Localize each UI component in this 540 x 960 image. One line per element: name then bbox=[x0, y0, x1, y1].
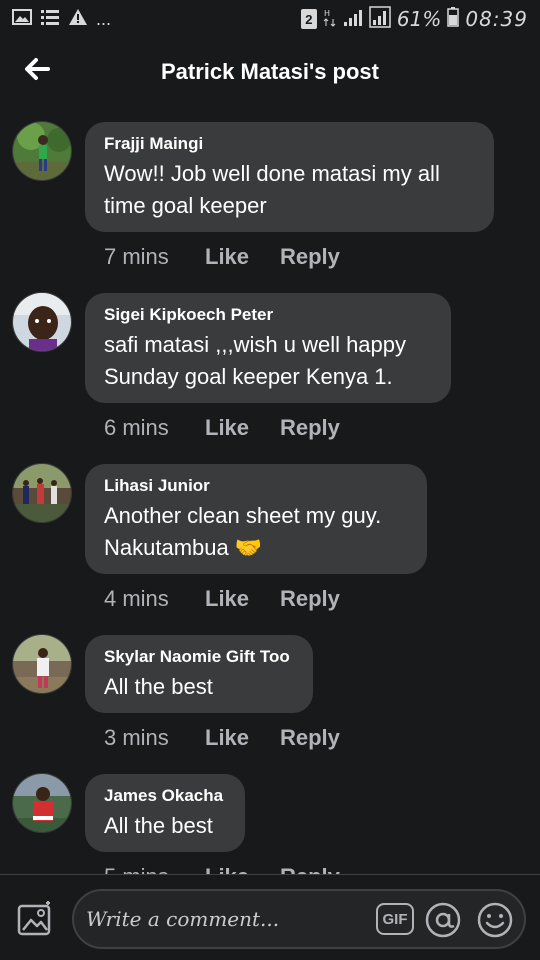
comment-text: Wow!! Job well done matasi my all time g… bbox=[104, 161, 440, 218]
comment-author[interactable]: James Okacha bbox=[104, 786, 225, 806]
comment-input-wrapper: GIF bbox=[72, 889, 526, 949]
comment-author[interactable]: Sigei Kipkoech Peter bbox=[104, 305, 431, 325]
comment-actions: 7 mins Like Reply bbox=[104, 244, 340, 270]
clock: 08:39 bbox=[465, 7, 528, 31]
reply-button[interactable]: Reply bbox=[280, 415, 340, 441]
comment-timestamp[interactable]: 7 mins bbox=[104, 244, 205, 270]
comment-actions: 4 mins Like Reply bbox=[104, 586, 340, 612]
signal-2-icon bbox=[369, 5, 391, 33]
battery-icon bbox=[447, 6, 460, 32]
comment-bubble[interactable]: Skylar Naomie Gift Too All the best bbox=[85, 635, 313, 713]
like-button[interactable]: Like bbox=[205, 725, 280, 751]
reply-button[interactable]: Reply bbox=[280, 725, 340, 751]
comment-bubble[interactable]: Lihasi Junior Another clean sheet my guy… bbox=[85, 464, 427, 574]
comment-author[interactable]: Skylar Naomie Gift Too bbox=[104, 647, 293, 667]
like-button[interactable]: Like bbox=[205, 415, 280, 441]
warning-icon bbox=[68, 8, 88, 31]
more-notifications-indicator: ... bbox=[96, 8, 112, 29]
photo-icon bbox=[17, 901, 51, 936]
like-button[interactable]: Like bbox=[205, 586, 280, 612]
comment-text-wrap: Another clean sheet my guy. Nakutambua 🤝 bbox=[104, 500, 407, 564]
at-icon bbox=[425, 902, 461, 938]
data-arrows-icon: H bbox=[323, 7, 337, 32]
signal-icon bbox=[343, 7, 363, 32]
emoji-button[interactable] bbox=[476, 901, 514, 939]
status-bar: ... 2 H 61% 08:39 bbox=[0, 0, 540, 38]
reply-button[interactable]: Reply bbox=[280, 244, 340, 270]
reply-button[interactable]: Reply bbox=[280, 586, 340, 612]
sim-2-icon: 2 bbox=[300, 9, 317, 29]
comment-author[interactable]: Lihasi Junior bbox=[104, 476, 407, 496]
gif-label: GIF bbox=[382, 910, 408, 928]
sim-2-label: 2 bbox=[305, 11, 313, 27]
comment-timestamp[interactable]: 3 mins bbox=[104, 725, 205, 751]
gallery-notification-icon bbox=[12, 8, 32, 31]
avatar[interactable] bbox=[12, 292, 72, 352]
comment-timestamp[interactable]: 6 mins bbox=[104, 415, 205, 441]
handshake-emoji: 🤝 bbox=[234, 535, 263, 560]
avatar[interactable] bbox=[12, 634, 72, 694]
back-arrow-icon bbox=[25, 58, 50, 80]
photo-button[interactable] bbox=[16, 901, 54, 939]
comment-composer: GIF bbox=[0, 874, 540, 960]
comment-actions: 3 mins Like Reply bbox=[104, 725, 340, 751]
comment-bubble[interactable]: James Okacha All the best bbox=[85, 774, 245, 852]
comment-actions: 6 mins Like Reply bbox=[104, 415, 340, 441]
mention-button[interactable] bbox=[424, 901, 462, 939]
comment-timestamp[interactable]: 4 mins bbox=[104, 586, 205, 612]
like-button[interactable]: Like bbox=[205, 244, 280, 270]
comment-text: All the best bbox=[104, 813, 213, 838]
post-header: Patrick Matasi's post bbox=[0, 40, 540, 104]
battery-percent: 61% bbox=[396, 7, 442, 31]
comment-bubble[interactable]: Frajji Maingi Wow!! Job well done matasi… bbox=[85, 122, 494, 232]
comment-text: All the best bbox=[104, 674, 213, 699]
avatar[interactable] bbox=[12, 463, 72, 523]
comment-input[interactable] bbox=[86, 901, 366, 937]
list-notification-icon bbox=[40, 8, 60, 31]
page-title: Patrick Matasi's post bbox=[161, 59, 379, 84]
avatar[interactable] bbox=[12, 773, 72, 833]
smiley-icon bbox=[477, 902, 513, 938]
gif-button[interactable]: GIF bbox=[376, 903, 414, 935]
back-button[interactable] bbox=[20, 52, 54, 86]
avatar[interactable] bbox=[12, 121, 72, 181]
comment-bubble[interactable]: Sigei Kipkoech Peter safi matasi ,,,wish… bbox=[85, 293, 451, 403]
comment-text: safi matasi ,,,wish u well happy Sunday … bbox=[104, 332, 407, 389]
comment-author[interactable]: Frajji Maingi bbox=[104, 134, 474, 154]
svg-text:H: H bbox=[324, 9, 330, 18]
